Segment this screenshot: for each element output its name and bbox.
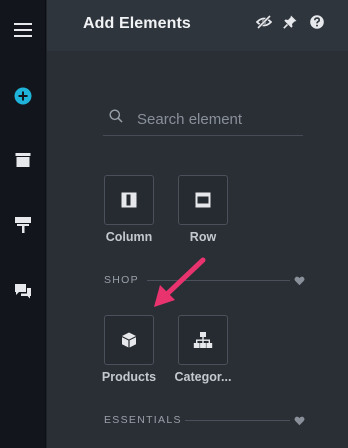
- sitemap-icon: [193, 332, 213, 348]
- theme-builder-button[interactable]: [0, 205, 46, 245]
- section-divider: [185, 420, 290, 421]
- row-icon: [195, 192, 211, 208]
- box-icon: [122, 332, 136, 348]
- heart-icon: [294, 276, 305, 286]
- products-element-label: Products: [101, 370, 157, 384]
- question-circle-icon: [310, 15, 324, 29]
- search-input[interactable]: [137, 108, 297, 130]
- hamburger-icon: [14, 23, 32, 37]
- shop-section-label: SHOP: [104, 274, 139, 286]
- panel-header: Add Elements: [47, 0, 348, 51]
- pin-icon: [283, 15, 297, 29]
- panel-title: Add Elements: [83, 15, 191, 32]
- chat-icon: [15, 284, 31, 299]
- row-element-label: Row: [189, 230, 217, 244]
- products-element-tile[interactable]: [104, 315, 154, 365]
- hide-panel-button[interactable]: [256, 14, 272, 30]
- archive-box-icon: [15, 153, 31, 167]
- categories-element-label: Categor...: [174, 370, 232, 384]
- left-toolbar: [0, 0, 46, 448]
- add-elements-panel: Add Elements Search element Column Row S…: [47, 0, 348, 448]
- help-button[interactable]: [309, 14, 325, 30]
- annotation-arrow: [154, 257, 206, 307]
- categories-element-tile[interactable]: [178, 315, 228, 365]
- column-icon: [121, 192, 137, 208]
- sections-button[interactable]: [0, 140, 46, 180]
- heart-icon: [294, 416, 305, 426]
- menu-button[interactable]: [0, 10, 46, 50]
- plus-circle-icon: [14, 87, 32, 105]
- pin-panel-button[interactable]: [282, 14, 298, 30]
- search-box: [103, 102, 303, 136]
- search-icon: [109, 109, 123, 123]
- essentials-section-header[interactable]: ESSENTIALS: [104, 414, 305, 428]
- paint-roller-icon: [15, 217, 31, 233]
- comments-button[interactable]: [0, 271, 46, 311]
- column-element-tile[interactable]: [104, 175, 154, 225]
- column-element-label: Column: [105, 230, 153, 244]
- eye-slash-icon: [256, 15, 272, 29]
- row-element-tile[interactable]: [178, 175, 228, 225]
- essentials-section-label: ESSENTIALS: [104, 414, 182, 426]
- add-element-button[interactable]: [0, 76, 46, 116]
